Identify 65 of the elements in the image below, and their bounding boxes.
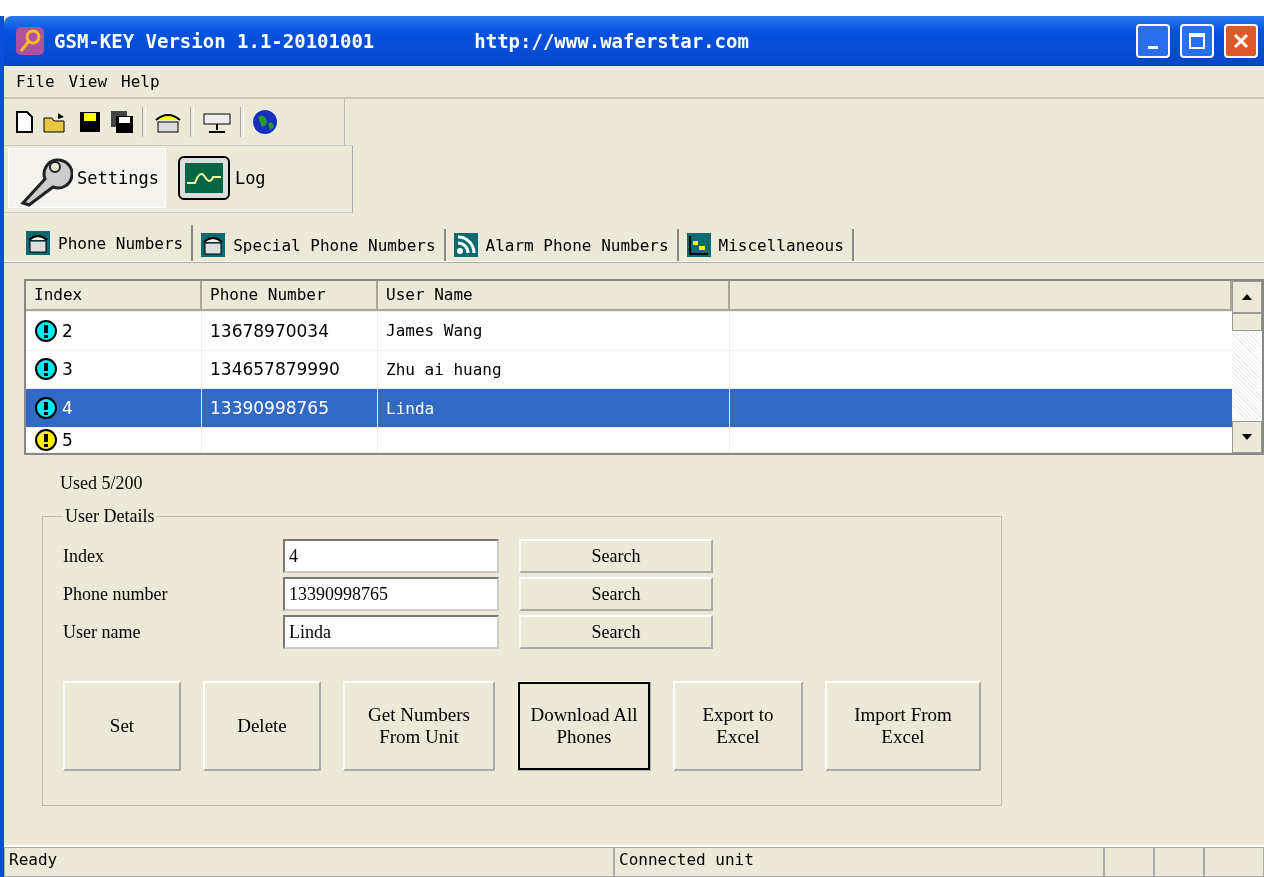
new-file-icon[interactable]	[14, 110, 34, 134]
table-cell: 4	[26, 389, 202, 427]
maximize-button[interactable]	[1180, 24, 1214, 58]
action-button[interactable]: Get Numbers From Unit	[343, 681, 495, 771]
mode-button[interactable]: Settings	[8, 148, 166, 208]
network-computer-icon[interactable]	[202, 110, 232, 134]
action-button[interactable]: Delete	[203, 681, 321, 771]
menu-item[interactable]: View	[64, 72, 112, 91]
input-field[interactable]: Linda	[283, 615, 499, 649]
close-icon	[1232, 32, 1250, 50]
menu-item[interactable]: File	[12, 72, 59, 91]
menu-item[interactable]: Help	[117, 72, 164, 91]
globe-icon[interactable]	[252, 109, 278, 135]
search-button[interactable]: Search	[519, 615, 713, 649]
save-icon[interactable]	[78, 110, 102, 134]
website-url: http://www.waferstar.com	[474, 30, 750, 52]
scrollbar[interactable]	[1232, 281, 1262, 453]
input-field[interactable]: 4	[283, 539, 499, 573]
save-all-icon[interactable]	[110, 110, 134, 134]
status-pane	[1154, 847, 1204, 877]
oscilloscope-icon	[176, 155, 231, 201]
signal-waves-icon	[453, 233, 478, 257]
status-pane	[1204, 847, 1264, 877]
table-row[interactable]: 4 13390998765 Linda	[26, 389, 1232, 428]
table-cell: 13678970034	[202, 311, 378, 350]
telephone-icon	[201, 233, 226, 257]
table-cell: Linda	[378, 389, 730, 427]
window-title: GSM-KEY Version 1.1-20101001	[54, 30, 375, 52]
close-button[interactable]	[1224, 24, 1258, 58]
status-pane	[1104, 847, 1154, 877]
chart-icon	[686, 233, 711, 257]
minimize-button[interactable]	[1136, 24, 1170, 58]
minimize-icon	[1148, 45, 1158, 49]
table-cell: 134657879990	[202, 350, 378, 389]
column-header[interactable]: User Name	[378, 281, 730, 311]
table-row[interactable]: 5	[26, 428, 1232, 453]
scroll-thumb[interactable]	[1232, 313, 1262, 331]
column-header[interactable]: Phone Number	[202, 281, 378, 311]
action-button[interactable]: Download All Phones	[517, 681, 651, 771]
table-cell: 3	[26, 350, 202, 389]
table-cell: 13390998765	[202, 389, 378, 427]
field-label: Index	[63, 545, 105, 567]
field-label: User name	[63, 621, 142, 643]
mode-button[interactable]: Log	[169, 148, 273, 208]
action-button[interactable]: Set	[63, 681, 181, 771]
group-title: User Details	[64, 506, 156, 527]
action-button[interactable]: Export to Excel	[673, 681, 803, 771]
telephone-icon	[26, 231, 50, 255]
down-arrow-icon[interactable]	[1241, 433, 1253, 441]
maximize-icon	[1188, 32, 1206, 50]
table-cell: James Wang	[378, 311, 730, 350]
up-arrow-icon[interactable]	[1241, 293, 1253, 301]
table-row[interactable]: 2 13678970034 James Wang	[26, 311, 1232, 351]
table-cell: 2	[26, 311, 202, 350]
field-label: Phone number	[63, 583, 169, 605]
status-text: Connected unit	[614, 847, 1104, 877]
search-button[interactable]: Search	[519, 539, 713, 573]
input-field[interactable]: 13390998765	[283, 577, 499, 611]
usage-count: Used 5/200	[60, 473, 144, 494]
status-text: Ready	[4, 847, 614, 877]
column-header[interactable]: Index	[26, 281, 202, 311]
action-button[interactable]: Import From Excel	[825, 681, 981, 771]
table-cell: 5	[26, 428, 202, 452]
search-button[interactable]: Search	[519, 577, 713, 611]
table-cell: Zhu ai huang	[378, 350, 730, 389]
